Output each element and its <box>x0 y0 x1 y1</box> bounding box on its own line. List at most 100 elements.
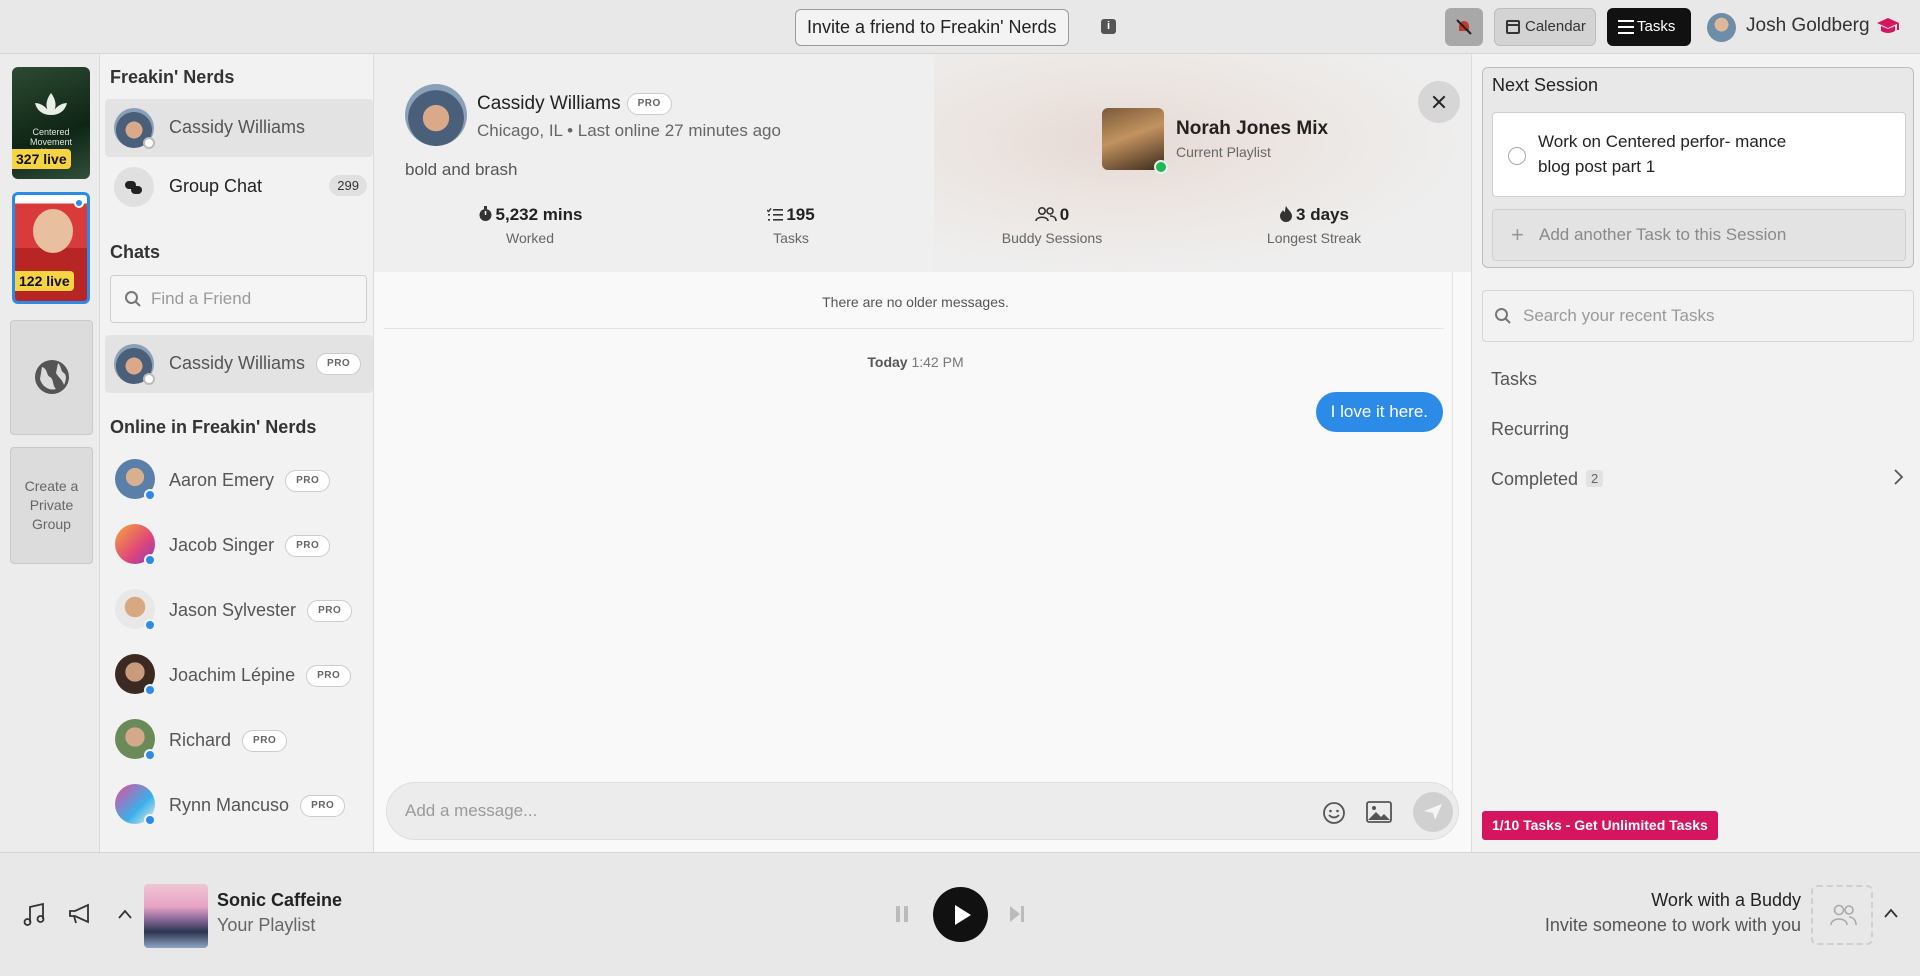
profile-header: Cassidy Williams PRO Chicago, IL • Last o… <box>374 54 1471 272</box>
pro-badge: PRO <box>242 730 288 753</box>
profile-avatar[interactable] <box>405 84 467 146</box>
tasks-label: Tasks <box>1637 18 1676 35</box>
divider <box>384 328 1444 329</box>
chats-heading: Chats <box>110 242 161 262</box>
stat-buddy-sessions: 0 Buddy Sessions <box>952 205 1152 246</box>
globe-icon <box>35 360 69 394</box>
sidebar: Freakin' Nerds Cassidy Williams Group Ch… <box>101 54 374 852</box>
playlist-cover[interactable] <box>1102 108 1168 174</box>
online-member-row[interactable]: Jason Sylvester PRO <box>105 579 373 641</box>
graduation-cap-icon[interactable] <box>1875 14 1901 40</box>
user-avatar[interactable] <box>1707 13 1736 42</box>
sidebar-item-selected-member[interactable]: Cassidy Williams <box>105 99 373 157</box>
scrollbar[interactable] <box>1452 272 1453 822</box>
next-session-title: Next Session <box>1492 75 1599 95</box>
close-profile-button[interactable] <box>1418 81 1460 123</box>
pro-badge: PRO <box>306 665 352 688</box>
unread-dot <box>74 198 84 208</box>
member-name: Joachim Lépine PRO <box>169 665 352 688</box>
online-member-row[interactable]: Joachim Lépine PRO <box>105 644 373 706</box>
chevron-up-icon[interactable] <box>1883 907 1899 919</box>
tasks-button[interactable]: Tasks <box>1607 8 1691 46</box>
sidebar-item-group-chat[interactable]: Group Chat 299 <box>105 158 373 216</box>
chat-name: Cassidy Williams PRO <box>169 353 362 376</box>
invite-friend-button[interactable]: Invite a friend to Freakin' Nerds <box>795 9 1069 46</box>
create-private-group-button[interactable]: Create a Private Group <box>10 447 93 564</box>
people-icon <box>1034 206 1057 222</box>
task-list-icon <box>766 208 784 221</box>
bell-off-icon <box>1456 19 1472 35</box>
profile-bio: bold and brash <box>405 160 518 179</box>
player-bar: Sonic Caffeine Your Playlist Work with a… <box>0 852 1920 976</box>
task-search-field[interactable] <box>1482 290 1914 342</box>
discover-groups-button[interactable] <box>10 320 93 435</box>
playlist-name[interactable]: Norah Jones Mix <box>1176 118 1328 140</box>
send-icon <box>1424 804 1442 820</box>
stat-longest-streak: 3 days Longest Streak <box>1214 205 1414 246</box>
megaphone-icon[interactable] <box>68 903 92 925</box>
task-search-input[interactable] <box>1523 291 1903 341</box>
music-note-icon[interactable] <box>23 903 45 927</box>
image-icon[interactable] <box>1366 801 1392 823</box>
online-status-dot <box>144 489 156 501</box>
completed-count: 2 <box>1586 470 1604 487</box>
member-name: Jason Sylvester PRO <box>169 600 353 623</box>
pro-badge: PRO <box>316 353 362 376</box>
online-status-dot <box>144 554 156 566</box>
task-checkbox[interactable] <box>1508 147 1526 165</box>
live-count-badge: 122 live <box>15 271 74 291</box>
user-name[interactable]: Josh Goldberg <box>1746 15 1870 37</box>
group-thumb-centered[interactable]: Centered Movement Nasa 327 live <box>12 67 90 179</box>
chevron-right-icon[interactable] <box>1892 468 1904 486</box>
online-status-dot <box>144 684 156 696</box>
track-subtitle: Your Playlist <box>217 915 316 935</box>
session-task-item[interactable]: Work on Centered perfor- mance blog post… <box>1492 112 1906 197</box>
message-composer[interactable] <box>386 782 1459 840</box>
lotus-icon <box>35 93 67 115</box>
member-name: Richard PRO <box>169 730 288 753</box>
calendar-button[interactable]: Calendar <box>1494 8 1596 46</box>
message-bubble[interactable]: I love it here. <box>1315 392 1443 432</box>
stat-label: Worked <box>506 230 554 246</box>
find-friend-field[interactable] <box>110 275 367 323</box>
section-recurring[interactable]: Recurring <box>1491 419 1569 440</box>
upgrade-tasks-button[interactable]: 1/10 Tasks - Get Unlimited Tasks <box>1482 811 1718 840</box>
offline-status-dot <box>143 373 155 385</box>
task-text[interactable]: Work on Centered perfor- mance blog post… <box>1538 129 1798 179</box>
live-count-badge: 327 live <box>12 149 71 169</box>
message-input[interactable] <box>405 783 1285 839</box>
add-task-button[interactable]: + Add another Task to this Session <box>1492 209 1906 261</box>
invite-buddy-button[interactable] <box>1811 885 1873 945</box>
section-tasks[interactable]: Tasks <box>1491 369 1537 390</box>
pause-icon[interactable] <box>895 905 909 923</box>
stat-tasks: 195 Tasks <box>691 205 891 246</box>
find-friend-input[interactable] <box>151 276 361 322</box>
task-list-icon <box>1618 20 1634 34</box>
pro-badge: PRO <box>300 795 346 818</box>
calendar-icon <box>1506 20 1520 34</box>
member-name: Jacob Singer PRO <box>169 535 331 558</box>
emoji-icon[interactable] <box>1322 801 1346 825</box>
online-member-row[interactable]: Jacob Singer PRO <box>105 514 373 576</box>
notifications-off-button[interactable] <box>1445 8 1483 46</box>
section-completed[interactable]: Completed 2 <box>1491 469 1604 490</box>
stat-worked: 5,232 mins Worked <box>430 205 630 246</box>
online-status-dot <box>144 814 156 826</box>
member-name: Cassidy Williams <box>169 117 306 137</box>
skip-next-icon[interactable] <box>1009 905 1025 923</box>
online-member-row[interactable]: Aaron Emery PRO <box>105 449 373 511</box>
chat-list-item[interactable]: Cassidy Williams PRO <box>105 335 373 393</box>
play-button[interactable] <box>933 887 988 942</box>
next-session-card: Next Session Work on Centered perfor- ma… <box>1482 67 1914 268</box>
info-icon[interactable]: i <box>1101 19 1116 34</box>
online-member-row[interactable]: Richard PRO <box>105 709 373 771</box>
no-older-messages: There are no older messages. <box>822 294 1009 310</box>
album-art[interactable] <box>144 884 208 948</box>
send-button[interactable] <box>1413 792 1453 832</box>
group-thumb-freakin-nerds[interactable]: 122 live <box>12 192 90 304</box>
online-member-row[interactable]: Rynn Mancuso PRO <box>105 774 373 836</box>
search-icon <box>125 291 141 307</box>
chevron-up-icon[interactable] <box>117 908 133 920</box>
playlist-subtitle: Current Playlist <box>1176 144 1271 160</box>
calendar-label: Calendar <box>1525 18 1586 35</box>
